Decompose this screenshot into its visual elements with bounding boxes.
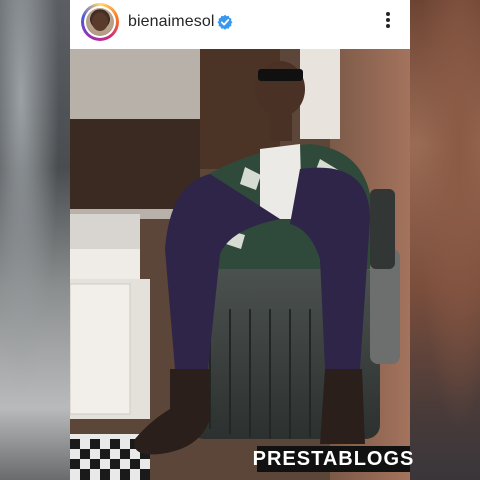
- blurred-backdrop-right: [410, 0, 480, 480]
- story-ring[interactable]: [81, 3, 119, 41]
- avatar[interactable]: [84, 6, 116, 38]
- more-options-icon[interactable]: [376, 10, 400, 34]
- blurred-backdrop-left: [0, 0, 70, 480]
- watermark: PRESTABLOGS: [253, 446, 413, 472]
- verified-badge-icon: [217, 14, 233, 30]
- post-card: bienaimesol PRESTABLOGS: [70, 0, 413, 480]
- post-photo[interactable]: [70, 49, 410, 480]
- avatar-image: [86, 8, 114, 36]
- username[interactable]: bienaimesol: [128, 13, 214, 31]
- photo-illustration: [70, 49, 410, 480]
- post-header: bienaimesol: [70, 0, 410, 46]
